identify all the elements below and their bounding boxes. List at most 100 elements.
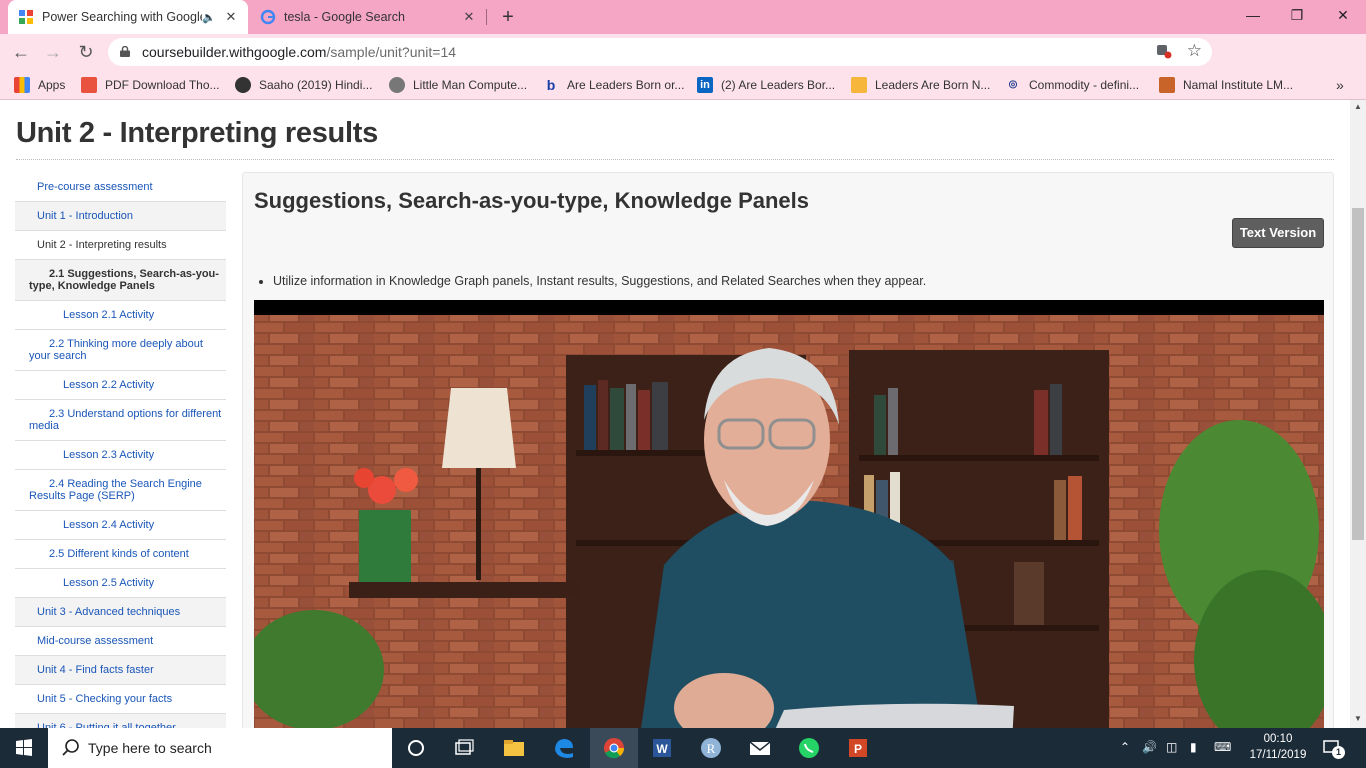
svg-text:W: W [656,742,668,756]
edge-icon[interactable] [552,736,576,760]
objective-item: Utilize information in Knowledge Graph p… [273,274,926,288]
bookmark-commodity[interactable]: ◎ Commodity - defini... [1005,76,1139,94]
mail-icon[interactable] [748,736,772,760]
close-tab-icon[interactable]: ✕ [462,9,476,25]
nav-lesson-2-5-activity[interactable]: Lesson 2.5 Activity [15,569,226,598]
scroll-down-icon[interactable]: ▼ [1350,714,1366,723]
bookmark-apps[interactable]: Apps [14,76,65,94]
apps-grid-icon [14,77,30,93]
word-icon[interactable]: W [650,736,674,760]
bookmark-label: Namal Institute LM... [1183,78,1294,92]
bookmark-icon [851,77,867,93]
taskbar-search-box[interactable]: Type here to search [48,728,392,768]
nav-lesson-2-3-activity[interactable]: Lesson 2.3 Activity [15,441,226,470]
linkedin-icon: in [697,77,713,93]
browser-toolbar: ← → ↻ coursebuilder.withgoogle.com/sampl… [0,34,1366,95]
bookmark-label: Saaho (2019) Hindi... [259,78,373,92]
restore-icon[interactable]: ❐ [1274,0,1320,30]
bookmark-are-leaders-born[interactable]: b Are Leaders Born or... [543,76,685,94]
google-favicon-icon [260,9,276,25]
tab-power-searching[interactable]: Power Searching with Google 🔈 ✕ [8,0,248,34]
bookmark-little-man[interactable]: Little Man Compute... [389,76,527,94]
clock-time: 00:10 [1263,733,1293,745]
network-icon[interactable]: ◫ [1166,740,1177,754]
url-path: /sample/unit?unit=14 [326,44,457,60]
nav-unit-2: Unit 2 - Interpreting results [15,231,226,260]
lesson-panel: Suggestions, Search-as-you-type, Knowled… [242,172,1334,728]
minimize-icon[interactable]: — [1230,0,1276,30]
bookmark-namal[interactable]: Namal Institute LM... [1159,76,1293,94]
close-tab-icon[interactable]: ✕ [224,9,238,25]
nav-lesson-2-2-activity[interactable]: Lesson 2.2 Activity [15,371,226,400]
lesson-video-player[interactable] [254,300,1324,728]
file-explorer-icon[interactable] [502,736,526,760]
nav-unit-1[interactable]: Unit 1 - Introduction [15,202,226,231]
bookmark-leaders-are-born[interactable]: Leaders Are Born N... [851,76,990,94]
bookmarks-bar: Apps PDF Download Tho... Saaho (2019) Hi… [0,70,1366,100]
reload-icon[interactable]: ↻ [75,41,97,63]
windows-start-icon[interactable] [0,728,48,768]
bookmark-saaho[interactable]: Saaho (2019) Hindi... [235,76,372,94]
bookmark-label: Apps [38,78,66,92]
nav-pre-course-assessment[interactable]: Pre-course assessment [15,173,226,202]
address-bar[interactable]: coursebuilder.withgoogle.com/sample/unit… [108,38,1212,66]
windows-taskbar: Type here to search W R P ⌃ 🔊 ◫ ▮ ⌨ 00:1… [0,728,1366,768]
film-reel-icon [235,77,251,93]
bookmark-star-icon[interactable]: ☆ [1187,41,1202,61]
lesson-objectives: Utilize information in Knowledge Graph p… [273,274,926,288]
nav-lesson-2-3[interactable]: 2.3 Understand options for different med… [15,400,226,441]
course-favicon-icon [19,10,33,24]
tab-tesla-search[interactable]: tesla - Google Search ✕ [250,0,486,34]
forward-icon[interactable]: → [42,41,64,63]
lesson-title: Suggestions, Search-as-you-type, Knowled… [254,188,810,213]
bookmark-pdf-download[interactable]: PDF Download Tho... [81,76,220,94]
translate-icon[interactable] [1156,43,1172,59]
bookmark-label: Leaders Are Born N... [875,78,991,92]
bookmark-label: Little Man Compute... [413,78,528,92]
action-center-icon[interactable]: 1 [1322,738,1345,759]
nav-unit-3[interactable]: Unit 3 - Advanced techniques [15,598,226,627]
nav-unit-5[interactable]: Unit 5 - Checking your facts [15,685,226,714]
investopedia-icon: ◎ [1008,79,1018,90]
clock-date: 17/11/2019 [1249,749,1307,761]
nav-lesson-2-4-activity[interactable]: Lesson 2.4 Activity [15,511,226,540]
page-scrollbar[interactable]: ▲ ▼ [1350,100,1366,728]
cortana-icon[interactable] [404,736,428,760]
bookmark-label: Are Leaders Born or... [567,78,685,92]
r-icon[interactable]: R [699,736,723,760]
nav-lesson-2-5[interactable]: 2.5 Different kinds of content [15,540,226,569]
nav-lesson-2-1-activity[interactable]: Lesson 2.1 Activity [15,301,226,330]
scroll-up-icon[interactable]: ▲ [1350,102,1366,111]
unit-navigation: Pre-course assessment Unit 1 - Introduct… [15,173,226,728]
task-view-icon[interactable] [452,736,476,760]
nav-unit-4[interactable]: Unit 4 - Find facts faster [15,656,226,685]
url-text: coursebuilder.withgoogle.com/sample/unit… [142,44,456,60]
b-letter-icon: b [546,77,556,93]
new-tab-icon[interactable]: + [496,6,520,29]
scrollbar-thumb[interactable] [1352,208,1364,540]
back-icon[interactable]: ← [10,41,32,63]
whatsapp-icon[interactable] [797,736,821,760]
tab-title: tesla - Google Search [284,10,405,24]
close-window-icon[interactable]: ✕ [1320,0,1366,30]
nav-lesson-2-4[interactable]: 2.4 Reading the Search Engine Results Pa… [15,470,226,511]
lock-icon [120,46,130,57]
nav-lesson-2-2[interactable]: 2.2 Thinking more deeply about your sear… [15,330,226,371]
url-host: coursebuilder.withgoogle.com [142,44,327,60]
nav-unit-6[interactable]: Unit 6 - Putting it all together [15,714,226,728]
chrome-icon[interactable] [602,736,626,760]
speaker-icon[interactable]: 🔈 [202,11,216,24]
battery-icon[interactable]: ▮ [1190,740,1197,754]
more-bookmarks-icon[interactable]: » [1336,76,1344,94]
video-frame-image [254,300,1324,728]
powerpoint-icon[interactable]: P [846,736,870,760]
page-title: Unit 2 - Interpreting results [16,117,378,149]
course-page: Unit 2 - Interpreting results Pre-course… [0,100,1350,728]
text-version-button[interactable]: Text Version [1232,218,1324,248]
keyboard-icon[interactable]: ⌨ [1214,740,1231,754]
tray-chevron-icon[interactable]: ⌃ [1120,740,1130,754]
bookmark-linkedin[interactable]: in (2) Are Leaders Bor... [697,76,835,94]
nav-mid-course-assessment[interactable]: Mid-course assessment [15,627,226,656]
volume-icon[interactable]: 🔊 [1142,740,1157,754]
system-clock[interactable]: 00:10 17/11/2019 [1248,731,1308,763]
